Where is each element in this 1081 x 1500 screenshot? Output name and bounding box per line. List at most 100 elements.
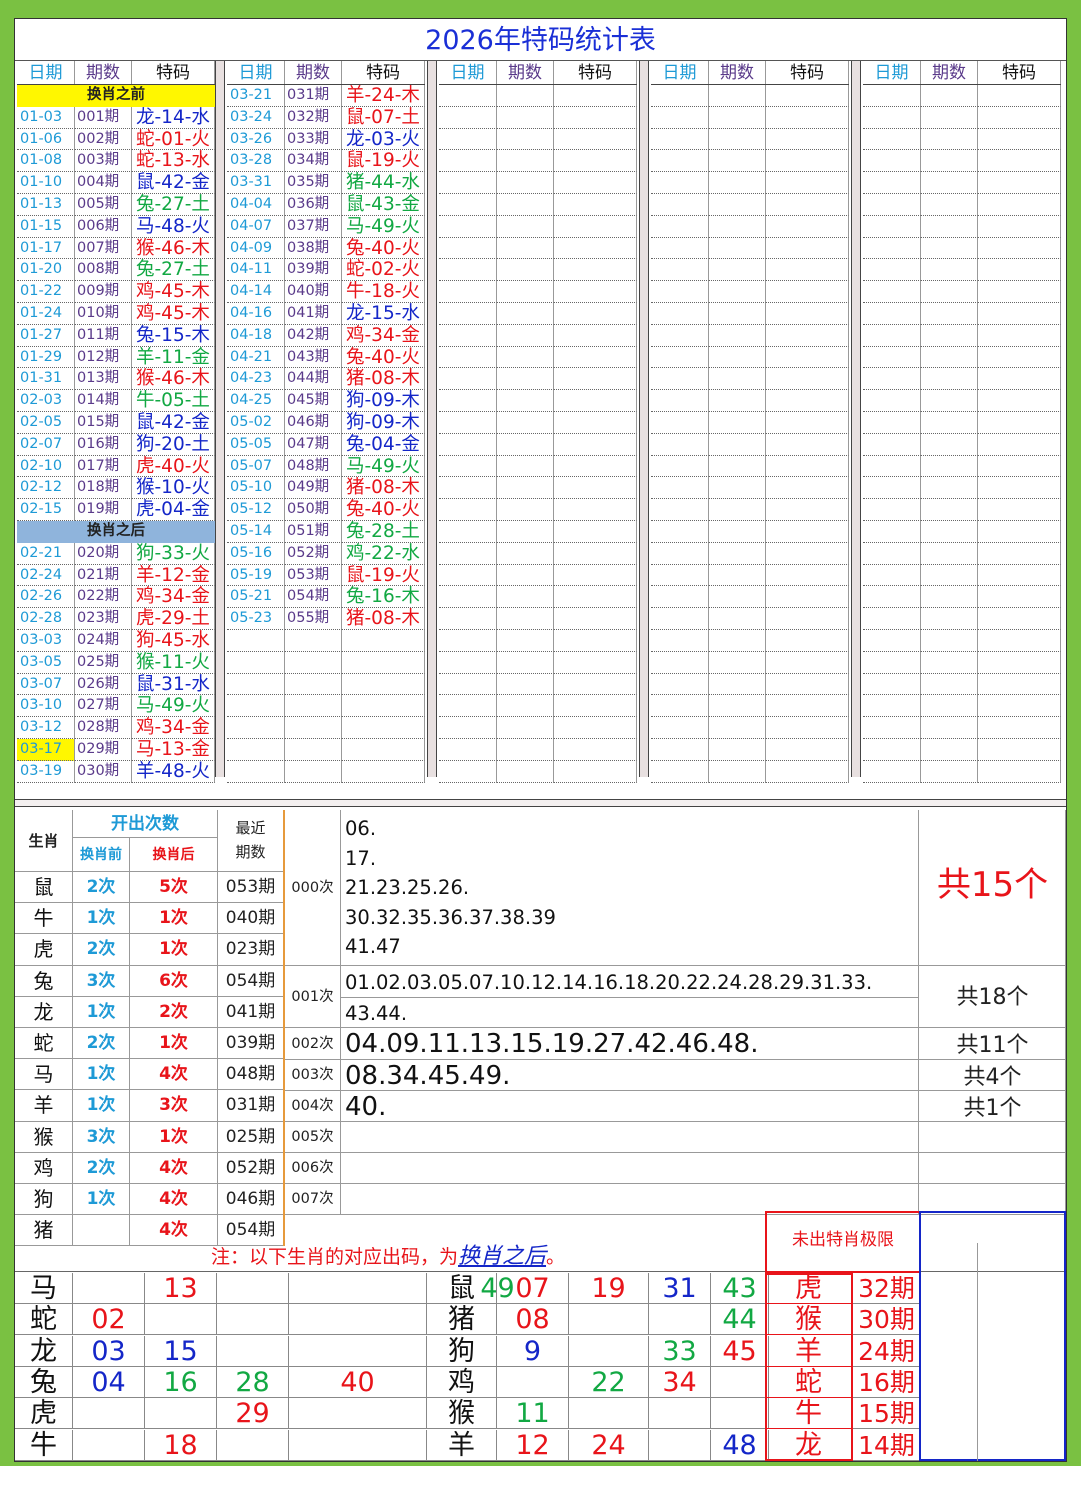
lower-code <box>497 1366 569 1398</box>
record-code <box>766 651 849 674</box>
record-issue: 015期 <box>75 412 132 434</box>
count-after: 4次 <box>130 1215 218 1247</box>
count-after: 1次 <box>130 903 218 935</box>
record-issue <box>709 172 766 194</box>
record-code <box>554 455 637 478</box>
count-before: 2次 <box>73 1028 130 1060</box>
record-code <box>978 259 1061 282</box>
record-date: 03-17 <box>17 739 75 761</box>
stats-header-after: 换肖后 <box>130 838 218 872</box>
record-date <box>439 324 497 347</box>
record-issue <box>921 630 978 652</box>
blue-frame-divider <box>977 1243 978 1461</box>
record-code <box>554 760 637 783</box>
record-code <box>554 412 637 434</box>
note-link[interactable]: 换肖之后 <box>458 1244 546 1269</box>
lower-code: 9 <box>497 1335 569 1367</box>
record-code: 牛-05-土 <box>132 390 215 412</box>
lower-code <box>569 1398 649 1430</box>
record-code <box>766 215 849 238</box>
record-code: 鸡-34-金 <box>342 324 425 347</box>
record-issue: 053期 <box>285 564 342 587</box>
record-date <box>439 739 497 761</box>
record-code: 鼠-19-火 <box>342 150 425 173</box>
lower-zodiac: 羊 <box>427 1429 497 1461</box>
record-code <box>342 695 425 718</box>
record-code: 马-49-火 <box>342 215 425 238</box>
record-code <box>766 630 849 652</box>
record-issue <box>921 368 978 391</box>
record-issue: 051期 <box>285 521 342 543</box>
record-issue <box>921 760 978 783</box>
lower-code: 11 <box>497 1398 569 1430</box>
lower-code <box>145 1304 217 1336</box>
record-issue: 050期 <box>285 499 342 521</box>
record-issue <box>921 237 978 260</box>
record-issue <box>497 542 554 565</box>
record-code <box>766 586 849 609</box>
record-date <box>863 303 921 325</box>
record-date: 04-25 <box>227 390 285 412</box>
record-date <box>651 477 709 500</box>
record-issue: 025期 <box>75 651 132 674</box>
record-date: 02-24 <box>17 564 75 587</box>
record-date <box>651 717 709 739</box>
record-issue <box>497 281 554 303</box>
lower-code <box>289 1304 427 1336</box>
record-date <box>439 150 497 173</box>
lower-code: 31 <box>649 1273 711 1304</box>
band-after-swap: 换肖之后 <box>17 521 215 543</box>
record-code: 马-49-火 <box>132 695 215 718</box>
record-code: 鼠-07-土 <box>342 106 425 129</box>
count-after: 3次 <box>130 1090 218 1122</box>
record-date: 04-09 <box>227 237 285 260</box>
record-issue: 004期 <box>75 172 132 194</box>
count-after: 1次 <box>130 934 218 966</box>
record-date <box>439 760 497 783</box>
header-issue: 期数 <box>75 61 132 85</box>
record-date <box>651 760 709 783</box>
record-date <box>863 237 921 260</box>
record-issue <box>497 390 554 412</box>
record-issue <box>921 259 978 282</box>
record-date: 04-16 <box>227 303 285 325</box>
record-code: 鸡-34-金 <box>132 586 215 609</box>
record-issue <box>497 368 554 391</box>
record-issue: 013期 <box>75 368 132 391</box>
record-date <box>651 368 709 391</box>
record-issue <box>709 564 766 587</box>
record-date: 05-21 <box>227 586 285 609</box>
record-date <box>439 368 497 391</box>
record-issue: 055期 <box>285 608 342 630</box>
record-issue <box>709 85 766 107</box>
record-date <box>651 433 709 456</box>
record-date: 01-15 <box>17 215 75 238</box>
record-issue: 037期 <box>285 215 342 238</box>
record-date: 03-12 <box>17 717 75 739</box>
record-code <box>766 237 849 260</box>
stats-zodiac: 牛 <box>15 903 73 935</box>
record-issue <box>709 237 766 260</box>
record-date: 02-03 <box>17 390 75 412</box>
note-prefix: 注：以下生肖的对应出码，为 <box>211 1246 459 1268</box>
lower-code <box>711 1366 769 1398</box>
lower-code <box>73 1429 145 1461</box>
record-code: 猴-10-火 <box>132 477 215 500</box>
lower-code: 48 <box>711 1429 769 1461</box>
recent-issue: 052期 <box>218 1152 284 1184</box>
record-code <box>342 651 425 674</box>
t3-codes: 08.34.45.49. <box>345 1061 511 1091</box>
tier-label: 003次 <box>285 1060 341 1091</box>
record-date <box>651 259 709 282</box>
record-code: 猪-08-木 <box>342 368 425 391</box>
record-issue <box>497 106 554 129</box>
tier-label: 005次 <box>285 1122 341 1153</box>
record-date: 02-28 <box>17 608 75 630</box>
record-code: 兔-40-火 <box>342 499 425 521</box>
record-issue <box>921 433 978 456</box>
record-code <box>978 128 1061 151</box>
record-code <box>554 194 637 216</box>
lower-code: 02 <box>73 1304 145 1336</box>
tier-label: 006次 <box>285 1153 341 1184</box>
record-issue: 049期 <box>285 477 342 500</box>
